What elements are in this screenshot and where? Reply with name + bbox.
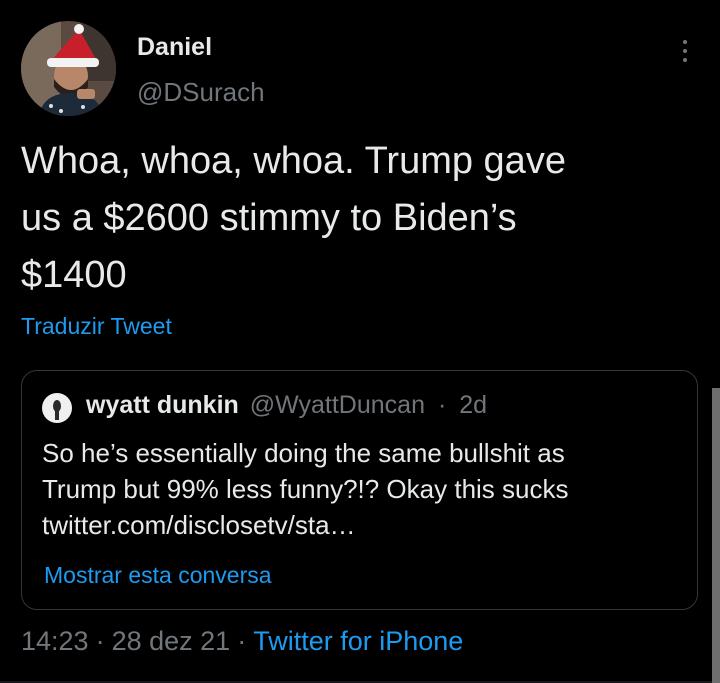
quoted-timestamp: 2d (459, 391, 488, 419)
meta-separator: · (95, 626, 105, 656)
quoted-author-name: wyatt dunkin (86, 391, 239, 419)
quoted-author-avatar (42, 393, 72, 423)
meta-separator: · (237, 626, 247, 656)
author-handle[interactable]: @DSurach (137, 77, 265, 108)
tweet-text: Whoa, whoa, whoa. Trump gave us a $2600 … (21, 140, 566, 296)
scrollbar[interactable] (712, 388, 720, 683)
more-dot (683, 49, 687, 53)
translate-tweet-link[interactable]: Traduzir Tweet (21, 313, 172, 340)
tweet-date[interactable]: 28 dez 21 (112, 626, 231, 656)
tweet-source-link[interactable]: Twitter for iPhone (253, 626, 463, 656)
author-avatar[interactable] (21, 21, 116, 116)
more-dot (683, 58, 687, 62)
author-display-name[interactable]: Daniel (137, 33, 212, 62)
more-dot (683, 40, 687, 44)
quoted-tweet-header: wyatt dunkin @WyattDuncan · 2d (86, 391, 487, 420)
tweet-detail: Daniel @DSurach Whoa, whoa, whoa. Trump … (0, 0, 720, 683)
tweet-time[interactable]: 14:23 (21, 626, 89, 656)
quoted-author-handle: @WyattDuncan (249, 391, 425, 419)
quoted-tweet-text: So he’s essentially doing the same bulls… (42, 438, 569, 540)
tweet-meta: 14:23 · 28 dez 21 · Twitter for iPhone (21, 626, 463, 657)
quoted-tweet-card[interactable]: wyatt dunkin @WyattDuncan · 2d So he’s e… (21, 370, 698, 610)
quoted-separator: · (437, 391, 447, 419)
more-vertical-icon[interactable] (675, 36, 695, 66)
show-thread-link[interactable]: Mostrar esta conversa (44, 562, 272, 589)
